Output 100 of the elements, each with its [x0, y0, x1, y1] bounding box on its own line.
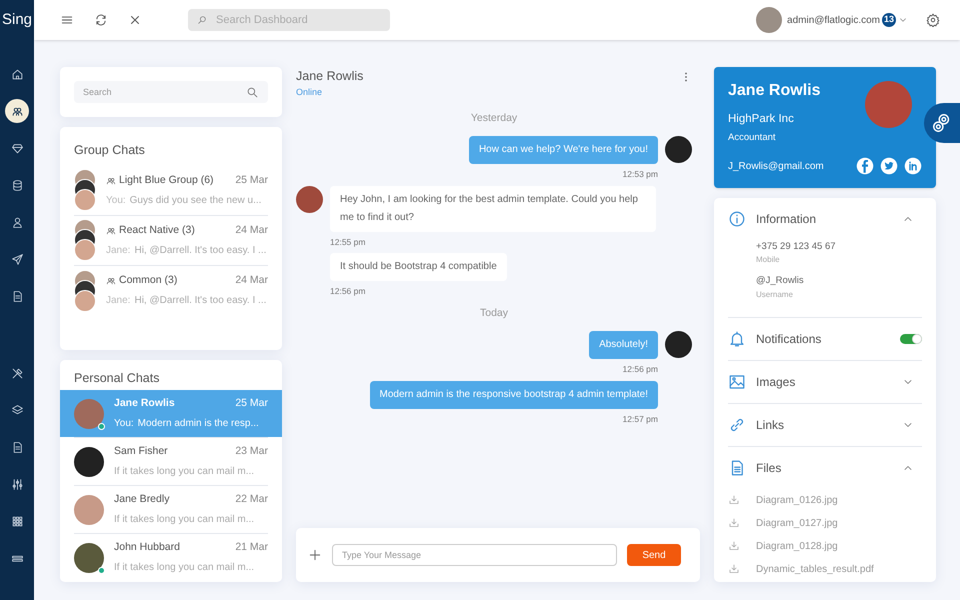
- people-icon: [106, 276, 116, 286]
- message-bubble: Modern admin is the responsive bootstrap 4 admin template!: [370, 380, 658, 408]
- profile-photo: [865, 81, 912, 128]
- twitter-icon: [880, 157, 898, 175]
- section-title: Files: [756, 460, 782, 476]
- section-title: Group Chats: [73, 142, 146, 159]
- message-bubble: Absolutely!: [589, 330, 658, 359]
- company-name: HighPark Inc: [728, 112, 795, 127]
- close-button[interactable]: [128, 13, 142, 27]
- group-chat-item[interactable]: React Native (3) 24 Mar Jane: Hi, @Darrell. It's too easy. I ...: [74, 216, 268, 266]
- chat-date: 22 Mar: [235, 492, 268, 508]
- section-title: Personal Chats: [73, 370, 160, 386]
- section-title: Links: [756, 416, 784, 434]
- day-separator: Today: [478, 306, 510, 321]
- image-icon: [728, 372, 746, 390]
- close-icon: [128, 13, 142, 27]
- add-button[interactable]: [308, 548, 322, 562]
- profile-name: Jane Rowlis: [728, 81, 822, 101]
- linkedin-link[interactable]: [904, 157, 922, 175]
- download-icon: [728, 540, 740, 552]
- message-preview: Hi, @Darrell. It's too easy. I ...: [134, 294, 266, 308]
- personal-chat-item[interactable]: Sam Fisher 23 Mar If it takes long you can mail m...: [60, 438, 282, 485]
- chat-date: 24 Mar: [235, 222, 268, 238]
- chat-date: 25 Mar: [235, 172, 268, 188]
- group-chat-item[interactable]: Common (3) 24 Mar Jane: Hi, @Darrell. It's too easy. I ...: [74, 266, 268, 316]
- chat-name: Light Blue Group (6): [119, 172, 214, 188]
- group-avatar-stack: [74, 270, 96, 312]
- download-icon: [728, 494, 740, 506]
- message-preview: If it takes long you can mail m...: [114, 512, 254, 527]
- search-field[interactable]: Search Dashboard: [188, 9, 390, 31]
- person-icon: [10, 216, 24, 228]
- layers-icon: [10, 404, 24, 416]
- search-field[interactable]: Search: [74, 81, 268, 103]
- avatar: [756, 7, 782, 33]
- field-label: Mobile: [756, 254, 781, 266]
- sender-label: You:: [106, 194, 126, 208]
- home-icon: [10, 68, 24, 80]
- chat-name: Jane Bredly: [114, 492, 170, 508]
- people-icon: [106, 176, 116, 186]
- linkedin-icon: [904, 157, 922, 175]
- database-icon: [10, 178, 24, 192]
- chat-date: 21 Mar: [235, 540, 268, 556]
- section-title: Images: [756, 374, 796, 390]
- twitter-link[interactable]: [880, 157, 898, 175]
- diamond-icon: [10, 142, 24, 154]
- personal-chat-item[interactable]: Jane Bredly 22 Mar If it takes long you can mail m...: [60, 486, 282, 533]
- chat-name: John Hubbard: [114, 540, 180, 556]
- chat-name: Jane Rowlis: [114, 396, 175, 412]
- gear-icon: [926, 13, 940, 27]
- facebook-link[interactable]: [856, 157, 874, 175]
- message-preview: If it takes long you can mail m...: [114, 464, 254, 479]
- chat-name: React Native (3): [119, 222, 195, 238]
- chat-date: 24 Mar: [235, 273, 268, 288]
- message-time: 12:55 pm: [330, 236, 366, 248]
- group-chat-item[interactable]: Light Blue Group (6) 25 Mar You: Guys did you see the new u...: [74, 166, 268, 216]
- paper-plane-icon: [10, 252, 24, 266]
- grid-icon: [10, 514, 24, 528]
- plus-icon: [308, 548, 322, 562]
- job-title: Accountant: [728, 131, 777, 146]
- personal-chat-item[interactable]: John Hubbard 21 Mar If it takes long you can mail m...: [60, 534, 282, 581]
- message-bubble: How can we help? We're here for you!: [468, 136, 658, 164]
- section-title: Notifications: [756, 330, 822, 348]
- field-value: @J_Rowlis: [756, 274, 805, 288]
- nav-item[interactable]: [5, 99, 29, 123]
- chat-date: 23 Mar: [235, 444, 268, 460]
- group-avatar-stack: [74, 219, 96, 262]
- search-icon: [246, 86, 259, 99]
- message-preview: Modern admin is the resp...: [138, 416, 259, 431]
- notifications-toggle[interactable]: [900, 334, 922, 344]
- message-time: 12:57 pm: [622, 412, 658, 426]
- sliders-icon: [10, 478, 24, 490]
- search-icon: [197, 15, 207, 25]
- sender-label: Jane:: [106, 244, 130, 258]
- message-input[interactable]: Type Your Message: [332, 544, 617, 566]
- chat-name: Sam Fisher: [114, 444, 168, 460]
- brand-logo: Sing: [2, 10, 32, 30]
- message-preview: Hi, @Darrell. It's too easy. I ...: [134, 244, 266, 258]
- bell-icon: [728, 330, 746, 348]
- info-icon: [728, 210, 746, 228]
- field-label: Username: [756, 288, 794, 300]
- download-icon: [728, 563, 740, 575]
- chat-date: 25 Mar: [235, 396, 268, 412]
- refresh-icon: [94, 13, 108, 27]
- message-time: 12:56 pm: [622, 362, 658, 376]
- message-time: 12:56 pm: [330, 285, 366, 298]
- message-preview: Guys did you see the new u...: [130, 194, 262, 208]
- sender-label: You:: [114, 416, 134, 431]
- sender-label: Jane:: [106, 294, 130, 308]
- group-avatar-stack: [74, 169, 96, 212]
- day-separator: Yesterday: [470, 111, 518, 126]
- user-email[interactable]: admin@flatlogic.com: [787, 12, 880, 28]
- tools-icon: [10, 366, 24, 380]
- online-status: Online: [296, 86, 324, 99]
- avatar: [74, 446, 104, 476]
- settings-button[interactable]: [926, 13, 940, 27]
- facebook-icon: [856, 157, 874, 175]
- message-bubble: It should be Bootstrap 4 compatible: [330, 253, 507, 282]
- profile-email[interactable]: J_Rowlis@gmail.com: [728, 158, 850, 174]
- people-icon: [106, 226, 116, 236]
- refresh-button[interactable]: [94, 13, 108, 27]
